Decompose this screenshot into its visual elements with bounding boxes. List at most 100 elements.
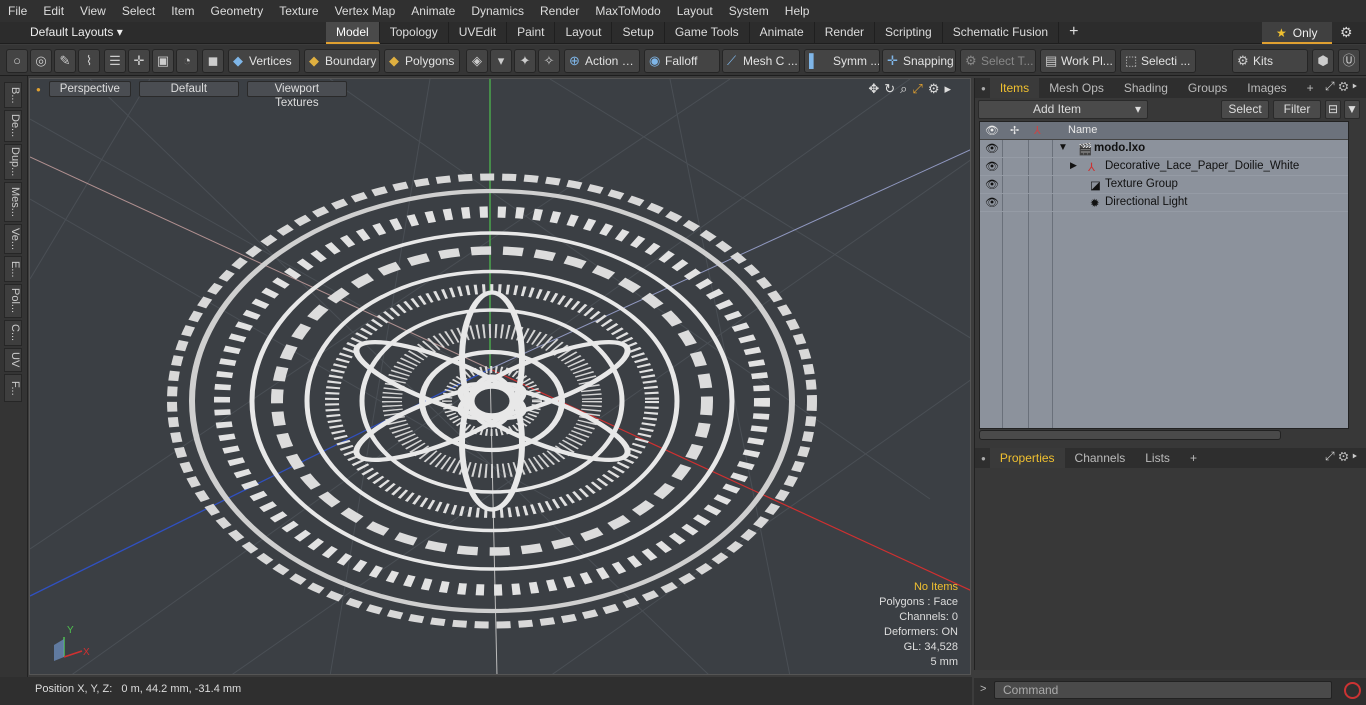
collapse-icon[interactable]: ⊟ [1325, 100, 1341, 119]
name-column-header[interactable]: Name [1068, 124, 1097, 136]
circle-select-icon[interactable]: ○ [6, 49, 28, 73]
tab-uvedit[interactable]: UVEdit [449, 22, 508, 44]
left-tab-vertex[interactable]: Ve... [4, 224, 22, 254]
menu-dynamics[interactable]: Dynamics [463, 0, 532, 22]
visibility-eye-icon[interactable]: 👁 [985, 178, 999, 191]
tab-animate[interactable]: Animate [750, 22, 815, 44]
play-icon[interactable]: ▸ [944, 81, 956, 96]
only-toggle[interactable]: ★ Only [1262, 22, 1332, 44]
tab-groups[interactable]: Groups [1178, 78, 1237, 98]
tab-render[interactable]: Render [815, 22, 876, 44]
tab-properties[interactable]: Properties [989, 448, 1065, 468]
unity-icon[interactable]: ⬢ [1312, 49, 1334, 73]
left-tab-curve[interactable]: C... [4, 320, 22, 346]
collapse-arrow-icon[interactable]: ▼ [1058, 142, 1068, 153]
menu-system[interactable]: System [721, 0, 777, 22]
add-tab-icon[interactable]: + [1059, 22, 1088, 44]
tab-items[interactable]: Items [989, 78, 1040, 98]
visibility-eye-icon[interactable]: 👁 [985, 124, 999, 137]
menu-animate[interactable]: Animate [403, 0, 463, 22]
tab-channels[interactable]: Channels [1065, 448, 1136, 468]
record-icon[interactable] [1344, 682, 1361, 699]
selection-sets-button[interactable]: ⬚ Selecti ... [1120, 49, 1196, 73]
menu-select[interactable]: Select [114, 0, 163, 22]
item-row-texture-group[interactable]: 👁 ◪ Texture Group [980, 176, 1348, 194]
left-tab-uv[interactable]: UV [4, 348, 22, 372]
axis-icon[interactable]: ⅄ [1034, 124, 1041, 137]
shading-default-dropdown[interactable]: Default [138, 81, 239, 97]
add-panel-tab-icon[interactable]: + [1297, 78, 1324, 98]
command-input[interactable]: Command [994, 681, 1332, 699]
visibility-eye-icon[interactable]: 👁 [985, 196, 999, 209]
left-tab-polygon[interactable]: Pol... [4, 284, 22, 318]
gear-icon[interactable]: ⚙ [1339, 449, 1353, 463]
tab-game-tools[interactable]: Game Tools [665, 22, 750, 44]
add-item-button[interactable]: Add Item ▾ [978, 100, 1148, 119]
menu-maxtomodo[interactable]: MaxToModo [587, 0, 668, 22]
tab-paint[interactable]: Paint [507, 22, 556, 44]
center-icon[interactable]: ✛ [128, 49, 150, 73]
cube-icon[interactable]: ◼ [202, 49, 224, 73]
rotate-icon[interactable]: ↻ [884, 81, 900, 96]
tab-mesh-ops[interactable]: Mesh Ops [1039, 78, 1114, 98]
tab-scripting[interactable]: Scripting [875, 22, 943, 44]
kits-button[interactable]: ⚙ Kits [1232, 49, 1308, 73]
left-tab-basic[interactable]: B... [4, 82, 22, 108]
maximize-icon[interactable]: ⤢ [912, 81, 927, 96]
left-tab-fusion[interactable]: F... [4, 374, 22, 402]
menu-view[interactable]: View [72, 0, 114, 22]
symmetry-icon[interactable]: ✧ [538, 49, 560, 73]
gear-icon[interactable]: ⚙ [1339, 79, 1353, 93]
add-panel-tab-icon[interactable]: + [1180, 448, 1207, 468]
menu-layout[interactable]: Layout [669, 0, 721, 22]
item-row-light[interactable]: 👁 ✹ Directional Light [980, 194, 1348, 212]
play-icon[interactable]: ▸ [1352, 449, 1361, 463]
tab-setup[interactable]: Setup [612, 22, 665, 44]
mesh-constraints-button[interactable]: ⟋ Mesh C ... [722, 49, 800, 73]
work-plane-button[interactable]: ▤ Work Pl... [1040, 49, 1116, 73]
horizontal-scrollbar[interactable] [979, 430, 1281, 440]
tab-images[interactable]: Images [1237, 78, 1296, 98]
pen-icon[interactable]: ✎ [54, 49, 76, 73]
item-mode-icon[interactable]: ◈ [466, 49, 488, 73]
menu-file[interactable]: File [0, 0, 35, 22]
tab-lists[interactable]: Lists [1135, 448, 1180, 468]
gear-icon[interactable]: ⚙ [1340, 24, 1353, 41]
3d-viewport[interactable]: Y X ● Perspective Default Viewport Textu… [29, 78, 971, 675]
left-tab-deform[interactable]: De... [4, 110, 22, 142]
globe-icon[interactable]: ◎ [30, 49, 52, 73]
layouts-dropdown[interactable]: Default Layouts ▾ [30, 25, 123, 39]
funnel-icon[interactable]: ▼ [1344, 100, 1360, 119]
falloff-button[interactable]: ◉ Falloff [644, 49, 720, 73]
layers-icon[interactable]: ☰ [104, 49, 126, 73]
menu-geometry[interactable]: Geometry [203, 0, 272, 22]
gear-icon[interactable]: ⚙ [928, 81, 945, 96]
square-icon[interactable]: ▣ [152, 49, 174, 73]
snap-icon[interactable]: ✦ [514, 49, 536, 73]
boundary-button[interactable]: ◆ Boundary [304, 49, 380, 73]
item-row-mesh[interactable]: 👁 ▶ ⅄ Decorative_Lace_Paper_Doilie_White [980, 158, 1348, 176]
perspective-dropdown[interactable]: Perspective [48, 81, 131, 97]
snapping-button[interactable]: ✛ Snapping [882, 49, 956, 73]
visibility-eye-icon[interactable]: 👁 [985, 142, 999, 155]
symmetry-button[interactable]: ▌ Symm ... [804, 49, 880, 73]
expand-icon[interactable]: ⤢ [1325, 79, 1339, 93]
left-tab-edge[interactable]: E... [4, 256, 22, 282]
filter-button[interactable]: Filter [1273, 100, 1321, 119]
left-tab-duplicate[interactable]: Dup... [4, 144, 22, 180]
tab-layout[interactable]: Layout [555, 22, 613, 44]
sphere-icon[interactable]: ◔ [176, 49, 198, 73]
tab-shading[interactable]: Shading [1114, 78, 1178, 98]
expand-arrow-icon[interactable]: ▶ [1070, 160, 1077, 171]
menu-help[interactable]: Help [777, 0, 818, 22]
menu-vertex-map[interactable]: Vertex Map [327, 0, 404, 22]
lock-icon[interactable]: ✢ [1010, 124, 1019, 137]
polygons-button[interactable]: ◆ Polygons [384, 49, 460, 73]
left-tab-mesh-edit[interactable]: Mes... [4, 182, 22, 222]
tab-topology[interactable]: Topology [380, 22, 449, 44]
item-row-scene[interactable]: 👁 ▼ 🎬 modo.lxo [980, 140, 1348, 158]
move-icon[interactable]: ✥ [868, 81, 884, 96]
expand-icon[interactable]: ⤢ [1325, 449, 1339, 463]
menu-render[interactable]: Render [532, 0, 587, 22]
tab-model[interactable]: Model [326, 22, 380, 44]
